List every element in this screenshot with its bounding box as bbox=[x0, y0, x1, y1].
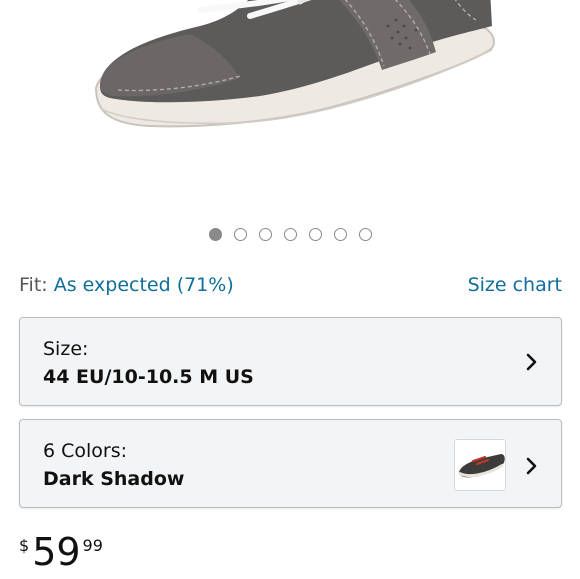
price-fraction: 99 bbox=[82, 536, 103, 555]
size-selector[interactable]: Size: 44 EU/10-10.5 M US bbox=[19, 317, 562, 406]
sneaker-photo bbox=[94, 0, 495, 128]
carousel-dot[interactable] bbox=[358, 228, 372, 241]
product-image[interactable] bbox=[0, 0, 580, 215]
fit-value-link[interactable]: As expected (71%) bbox=[54, 274, 234, 296]
chevron-right-icon bbox=[526, 353, 537, 371]
size-label: Size: bbox=[43, 338, 89, 360]
sneaker-thumbnail-icon bbox=[458, 454, 505, 478]
color-count-label: 6 Colors: bbox=[43, 440, 128, 462]
price-whole: 59 bbox=[32, 530, 81, 574]
image-carousel-dots[interactable] bbox=[0, 228, 580, 241]
color-swatch-thumbnail bbox=[454, 439, 506, 491]
carousel-dot[interactable] bbox=[258, 228, 272, 241]
carousel-dot[interactable] bbox=[308, 228, 322, 241]
carousel-dot[interactable] bbox=[283, 228, 297, 241]
color-value: Dark Shadow bbox=[43, 468, 185, 490]
carousel-dot[interactable] bbox=[333, 228, 347, 241]
carousel-dot[interactable] bbox=[233, 228, 247, 241]
fit-row: Fit: As expected (71%) Size chart bbox=[19, 272, 562, 298]
carousel-dot[interactable] bbox=[208, 228, 222, 241]
fit-info: Fit: As expected (71%) bbox=[19, 274, 234, 296]
color-selector[interactable]: 6 Colors: Dark Shadow bbox=[19, 419, 562, 508]
fit-label: Fit: bbox=[19, 274, 48, 296]
price: $ 59 99 bbox=[19, 530, 103, 575]
size-value: 44 EU/10-10.5 M US bbox=[43, 366, 254, 388]
price-currency-symbol: $ bbox=[19, 536, 30, 555]
size-chart-link[interactable]: Size chart bbox=[468, 274, 562, 296]
chevron-right-icon bbox=[526, 457, 537, 475]
